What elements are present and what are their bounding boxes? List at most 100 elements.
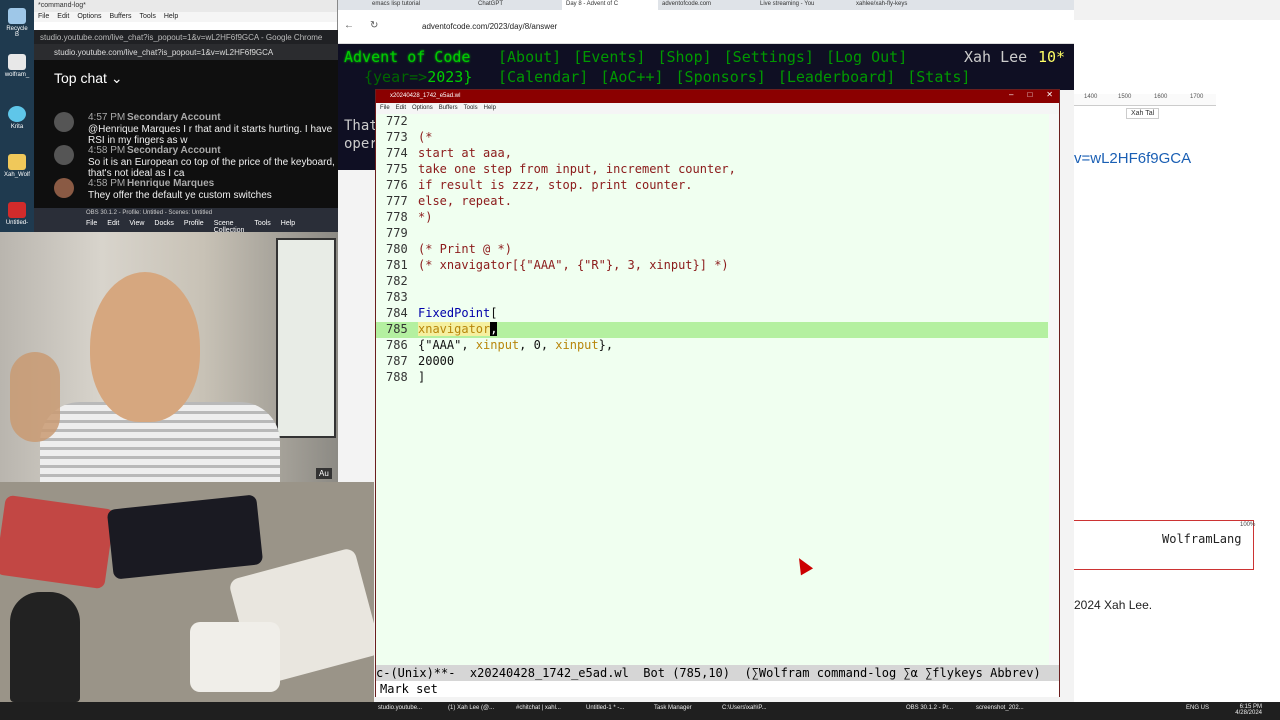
tab-adventofcode[interactable]: adventofcode.com xyxy=(658,0,756,10)
emacs-menu-edit[interactable]: Edit xyxy=(396,105,406,112)
chat-author[interactable]: Henrique Marques xyxy=(127,178,214,189)
person-face xyxy=(90,272,200,422)
aoc-stars: 10* xyxy=(1038,48,1066,66)
taskbar-item[interactable]: (1) Xah Lee (@... xyxy=(448,705,494,711)
taskbar-item[interactable]: screenshot_202... xyxy=(976,705,1024,711)
line-number: 782 xyxy=(386,274,408,288)
tab-bar: emacs lisp tutorial ChatGPT Day 8 - Adve… xyxy=(338,0,1074,10)
menu-buffers[interactable]: Buffers xyxy=(109,13,131,21)
taskbar-item[interactable]: studio.youtube... xyxy=(378,705,422,711)
keyboard-split-black xyxy=(106,494,264,580)
back-icon[interactable]: ← xyxy=(344,20,354,31)
aoc-link-stats[interactable]: [Stats] xyxy=(907,68,970,86)
taskbar-item[interactable]: Untitled-1 * -... xyxy=(586,705,624,711)
code-line: 788] xyxy=(376,370,1048,386)
emacs-title: x20240428_1742_e5ad.wl xyxy=(376,90,1059,103)
line-text: 20000 xyxy=(418,354,455,368)
desktop-icon-label: Recycle B xyxy=(6,26,28,38)
aoc-link-calendar[interactable]: [Calendar] xyxy=(498,68,588,86)
tab-emacs-lisp[interactable]: emacs lisp tutorial xyxy=(368,0,474,10)
aoc-link-shop[interactable]: [Shop] xyxy=(657,48,711,66)
line-number: 785 xyxy=(386,322,408,336)
wolfram-file-icon[interactable]: wolfram_ xyxy=(4,54,30,78)
close-icon[interactable]: ✕ xyxy=(1046,90,1053,103)
code-token: {"AAA", xyxy=(418,338,476,352)
krita-icon[interactable]: Krita xyxy=(4,106,30,130)
aoc-link-about[interactable]: [About] xyxy=(498,48,561,66)
aoc-title[interactable]: Advent of Code xyxy=(344,48,470,66)
wolfram-label: WolframLang xyxy=(1162,532,1242,546)
taskbar-item[interactable]: Task Manager xyxy=(654,705,692,711)
emacs-menu-options[interactable]: Options xyxy=(412,105,433,112)
reload-icon[interactable]: ↻ xyxy=(370,20,378,31)
menu-tools[interactable]: Tools xyxy=(140,13,156,21)
menu-file[interactable]: File xyxy=(38,13,49,21)
maximize-icon[interactable]: □ xyxy=(1027,90,1032,103)
chat-time: 4:57 PM xyxy=(88,112,126,123)
menu-edit[interactable]: Edit xyxy=(57,13,69,21)
line-number: 776 xyxy=(386,178,408,192)
zoom-level: 100% xyxy=(1240,522,1256,528)
tab-xah-fly-keys[interactable]: xahlee/xah-fly-keys xyxy=(852,0,948,10)
obs-title: OBS 30.1.2 - Profile: Untitled - Scenes:… xyxy=(86,210,213,216)
tab-aoc-day8[interactable]: Day 8 - Advent of C xyxy=(562,0,658,10)
variable: xinput xyxy=(555,338,599,352)
emacs-menu-tools[interactable]: Tools xyxy=(464,105,478,112)
chat-url-bar[interactable]: studio.youtube.com/live_chat?is_popout=1… xyxy=(34,44,338,60)
emacs-menu-buffers[interactable]: Buffers xyxy=(439,105,458,112)
microphone xyxy=(10,592,80,702)
desktop-icon-label: Xah_Wolf xyxy=(4,172,30,178)
code-buffer[interactable]: 772 773 (* 774 start at aaa, 775 take one s… xyxy=(376,114,1048,666)
copyright-text: 2024 Xah Lee. xyxy=(1074,598,1153,612)
code-line: 776 if result is zzz, stop. print counter… xyxy=(376,178,1048,194)
code-token: }, xyxy=(598,338,614,352)
nav-buttons: ← ↻ xyxy=(344,20,378,31)
minimize-icon[interactable]: – xyxy=(1009,90,1013,103)
chat-author[interactable]: Secondary Account xyxy=(127,112,221,123)
ruler-tick: 1500 xyxy=(1118,94,1132,100)
aoc-link-events[interactable]: [Events] xyxy=(573,48,645,66)
line-text: if result is zzz, stop. print counter. xyxy=(418,178,693,192)
chat-author[interactable]: Secondary Account xyxy=(127,145,221,156)
line-number: 778 xyxy=(386,210,408,224)
taskbar-item[interactable]: OBS 30.1.2 - Pr... xyxy=(906,705,953,711)
desktop-icon-label: wolfram_ xyxy=(4,72,30,78)
line-number: 784 xyxy=(386,306,408,320)
taskbar: studio.youtube... (1) Xah Lee (@... #chi… xyxy=(0,702,1280,720)
chat-window-title: studio.youtube.com/live_chat?is_popout=1… xyxy=(34,30,338,44)
emacs-menu-help[interactable]: Help xyxy=(484,105,496,112)
tab-xah-talk[interactable]: Xah Tal xyxy=(1126,108,1160,119)
language-indicator[interactable]: ENG US xyxy=(1186,705,1209,711)
aoc-link-settings[interactable]: [Settings] xyxy=(724,48,814,66)
tab-live-streaming[interactable]: Live streaming - You xyxy=(756,0,852,10)
recycle-bin-icon[interactable]: Recycle B xyxy=(4,8,30,38)
text-cursor: , xyxy=(490,322,498,336)
tab-chatgpt[interactable]: ChatGPT xyxy=(474,0,562,10)
wolfram-app-icon[interactable]: Untitled- xyxy=(4,202,30,226)
emacs-menu-file[interactable]: File xyxy=(380,105,390,112)
aoc-year[interactable]: {year=>2023} xyxy=(364,68,472,86)
chat-text: @Henrique Marques I r that and it starts… xyxy=(88,124,333,146)
clock[interactable]: 6:15 PM 4/28/2024 xyxy=(1235,704,1262,716)
keyboard-red xyxy=(0,494,116,590)
vertical-scrollbar[interactable] xyxy=(1049,114,1059,666)
aoc-link-leaderboard[interactable]: [Leaderboard] xyxy=(778,68,895,86)
video-id-link[interactable]: v=wL2HF6f9GCA xyxy=(1074,150,1191,167)
address-bar[interactable]: adventofcode.com/2023/day/8/answer xyxy=(422,22,557,31)
aoc-link-sponsors[interactable]: [Sponsors] xyxy=(676,68,766,86)
code-line: 775 take one step from input, increment c… xyxy=(376,162,1048,178)
code-line-current: 785 xnavigator, xyxy=(376,322,1048,338)
line-number: 788 xyxy=(386,370,408,384)
taskbar-item[interactable]: #chitchat | xahl... xyxy=(516,705,561,711)
aoc-header: Advent of Code {year=>2023} [About] [Eve… xyxy=(338,44,1074,90)
taskbar-item[interactable]: C:\Users\xah\P... xyxy=(722,705,767,711)
ruler-tick: 1600 xyxy=(1154,94,1168,100)
aoc-link-logout[interactable]: [Log Out] xyxy=(826,48,907,66)
top-chat-dropdown[interactable]: Top chat ⌄ xyxy=(34,60,338,94)
menu-options[interactable]: Options xyxy=(77,13,101,21)
aoc-link-aocpp[interactable]: [AoC++] xyxy=(600,68,663,86)
background-monitor xyxy=(276,238,336,438)
folder-icon[interactable]: Xah_Wolf xyxy=(4,154,30,178)
line-number: 775 xyxy=(386,162,408,176)
menu-help[interactable]: Help xyxy=(164,13,178,21)
